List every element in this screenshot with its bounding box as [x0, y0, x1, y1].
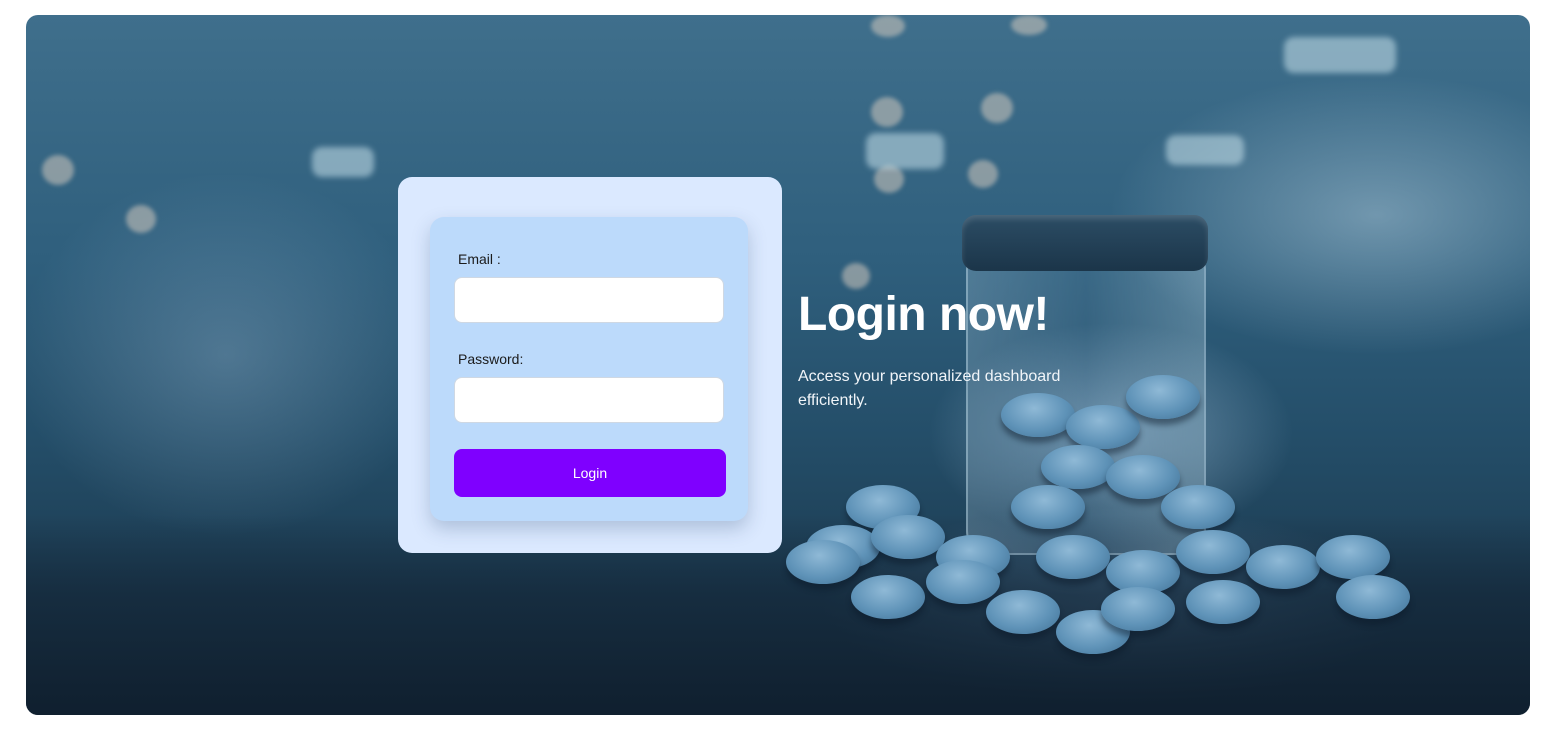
password-field[interactable]	[454, 377, 724, 423]
hero-background: Email : Password: Login Login now! Acces…	[26, 15, 1530, 715]
login-button[interactable]: Login	[454, 449, 726, 497]
page-subtitle: Access your personalized dashboard effic…	[798, 368, 1061, 409]
password-label: Password:	[458, 351, 524, 367]
login-form: Email : Password: Login	[430, 217, 748, 521]
page-title: Login now!	[798, 288, 1049, 341]
login-card: Email : Password: Login	[398, 177, 782, 553]
email-field[interactable]	[454, 277, 724, 323]
email-label: Email :	[458, 251, 501, 267]
